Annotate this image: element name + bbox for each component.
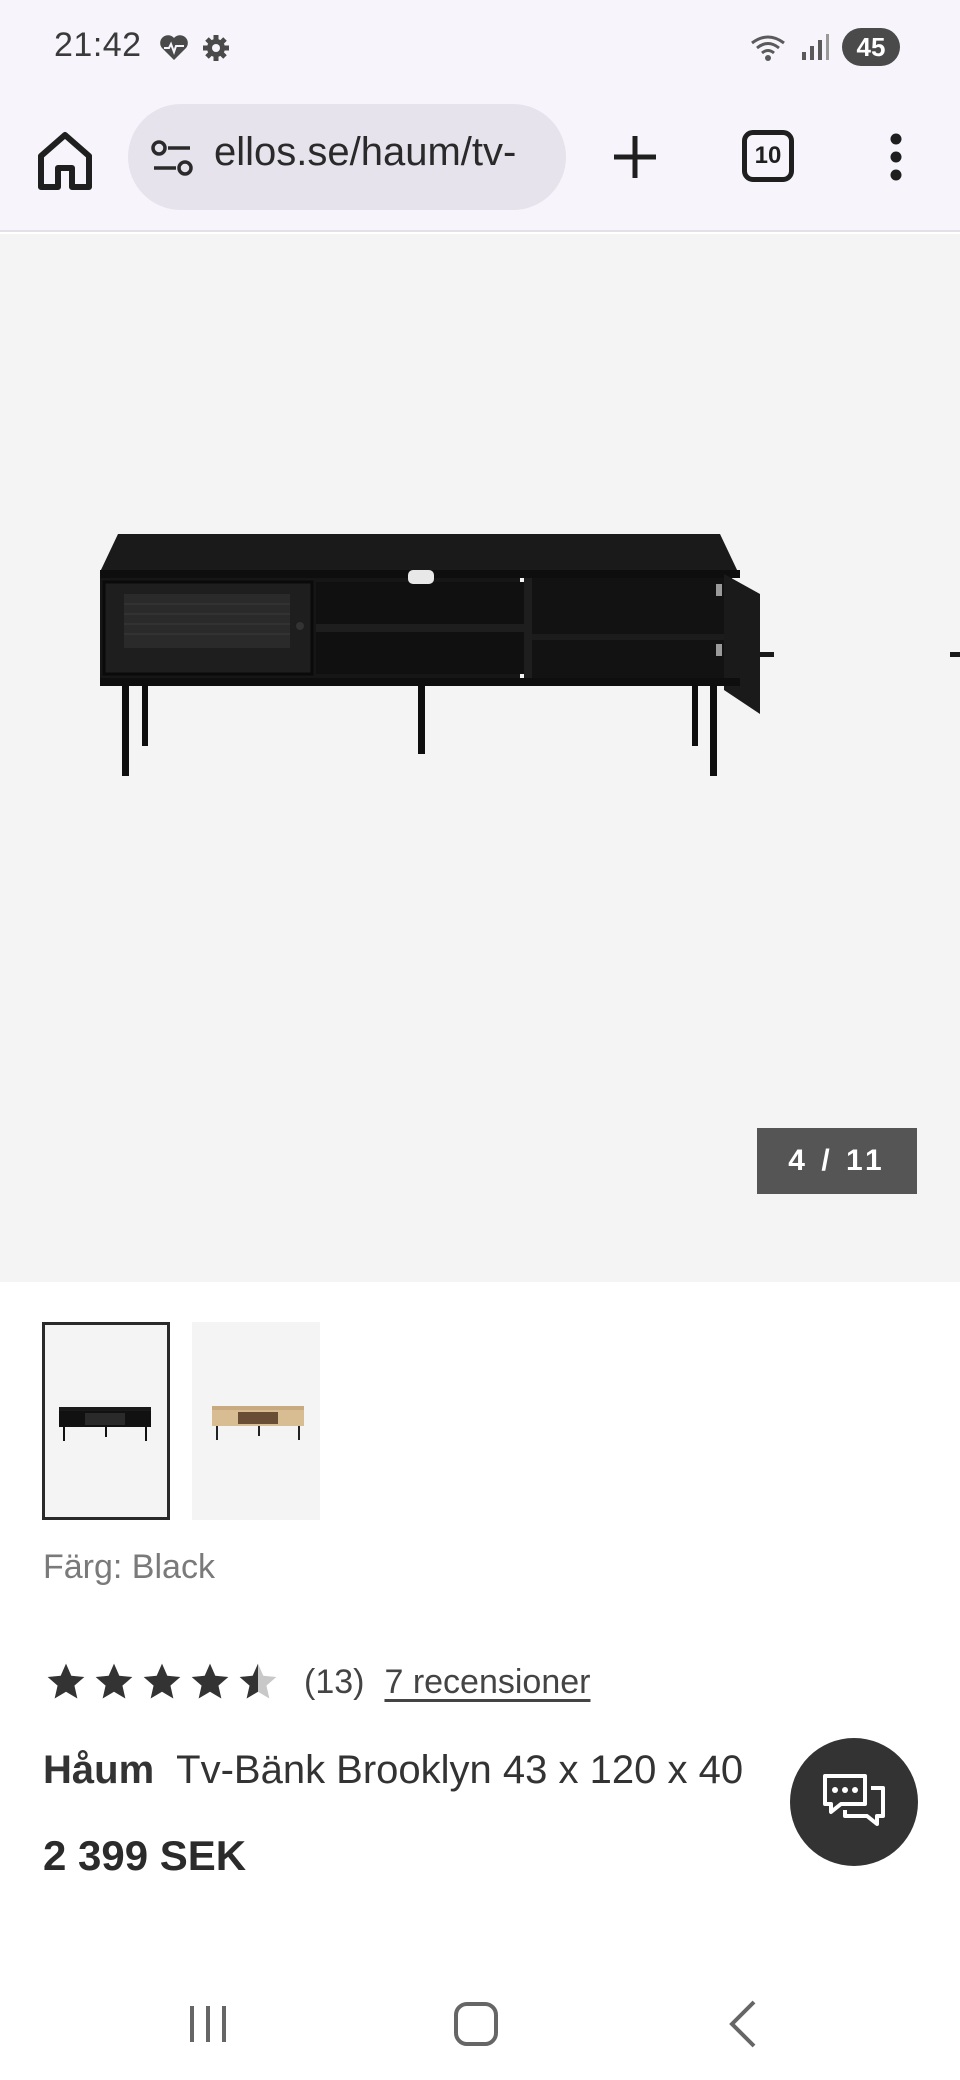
back-icon[interactable] [716,1994,776,2054]
more-menu-icon[interactable] [888,132,904,182]
battery-indicator: 45 [842,28,900,66]
star-icon [191,1663,229,1699]
chat-button[interactable] [790,1738,918,1866]
star-icon [95,1663,133,1699]
thumbnail-oak[interactable] [192,1322,320,1520]
home-icon[interactable] [36,130,94,192]
status-bar: 21:42 45 [0,0,960,96]
site-settings-icon[interactable] [150,138,194,178]
rating-row: (13) 7 recensioner [44,1660,590,1704]
status-time: 21:42 [54,26,142,64]
tv-bench-image [100,534,960,776]
status-icons-left [158,32,232,64]
reviews-link[interactable]: 7 recensioner [384,1663,590,1702]
heart-pulse-icon [160,35,188,60]
star-icon [47,1663,85,1699]
url-text: ellos.se/haum/tv- [214,130,517,174]
wifi-icon [751,35,785,61]
tab-switcher-button[interactable]: 10 [742,130,794,182]
recent-apps-icon[interactable] [178,1994,238,2054]
home-nav-icon[interactable] [446,1994,506,2054]
half-star-icon [239,1663,277,1699]
color-label: Färg: Black [43,1548,215,1586]
system-nav-bar [0,1960,960,2080]
thumbnail-black-image [59,1407,151,1441]
product-title: Håum Tv-Bänk Brooklyn 43 x 120 x 40 [43,1748,743,1793]
thumbnail-black[interactable] [42,1322,170,1520]
image-counter: 4 / 11 [757,1128,917,1194]
gear-icon [203,35,229,61]
signal-icon [802,34,829,60]
rating-count: (13) [304,1662,365,1701]
star-rating [44,1660,280,1704]
thumbnail-oak-image [212,1406,304,1440]
brand-name[interactable]: Håum [43,1748,154,1792]
new-tab-icon[interactable] [610,132,660,182]
star-icon [143,1663,181,1699]
chat-icon [823,1774,885,1826]
status-icons-right: 45 [748,28,900,66]
product-price: 2 399 SEK [43,1832,247,1879]
product-name: Tv-Bänk Brooklyn 43 x 120 x 40 [176,1748,744,1792]
product-image-gallery[interactable] [0,234,960,1282]
browser-toolbar: ellos.se/haum/tv- 10 [0,96,960,232]
address-bar[interactable]: ellos.se/haum/tv- [128,104,566,210]
